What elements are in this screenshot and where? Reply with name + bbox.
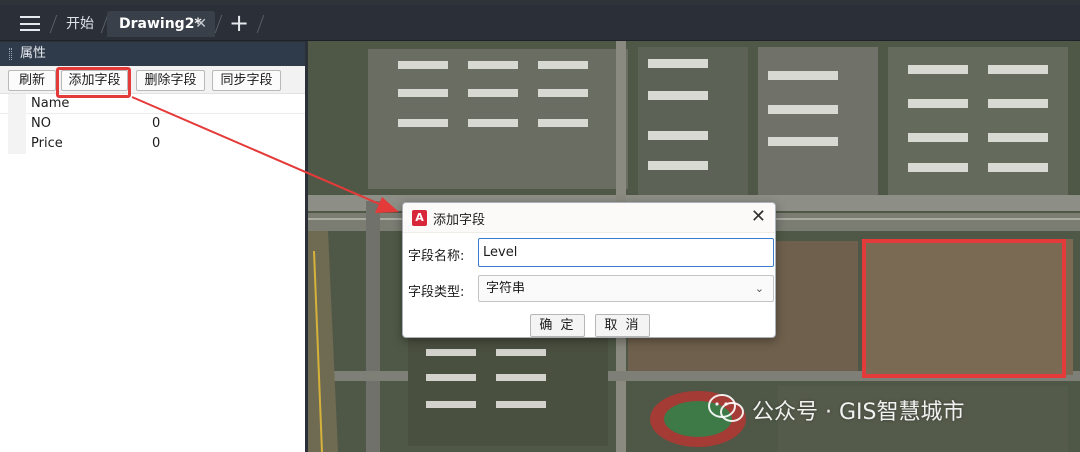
chevron-down-icon: ⌄ (754, 282, 764, 295)
property-value[interactable]: 0 (152, 114, 160, 134)
app-logo-icon: A (412, 210, 427, 226)
menu-icon[interactable] (20, 16, 40, 31)
tab-drawing2-label: Drawing2* (119, 16, 202, 32)
row-indicator (8, 94, 26, 114)
watermark-text: 公众号 · GIS智慧城市 (752, 400, 965, 425)
app-window: 开始 Drawing2* ✕ + 属性 刷新 添加字段 删除字段 同步字段 Na… (0, 0, 1080, 452)
field-type-label: 字段类型: (408, 285, 465, 300)
panel-title: 属性 (20, 46, 47, 61)
panel-header: 属性 (0, 42, 305, 66)
property-name: NO (31, 116, 51, 131)
delete-field-button[interactable]: 删除字段 (136, 70, 205, 91)
highlight-box (56, 67, 131, 98)
property-value[interactable]: 0 (152, 134, 160, 154)
dialog-title: 添加字段 (433, 213, 486, 228)
field-name-input[interactable] (478, 238, 774, 267)
refresh-button[interactable]: 刷新 (8, 70, 56, 91)
tab-separator (49, 15, 58, 33)
ok-button[interactable]: 确 定 (530, 314, 585, 337)
field-name-label: 字段名称: (408, 249, 465, 264)
sync-field-button[interactable]: 同步字段 (212, 70, 281, 91)
row-indicator (8, 134, 26, 154)
tab-drawing2[interactable]: Drawing2* ✕ (107, 11, 215, 37)
add-tab-icon[interactable]: + (229, 9, 249, 37)
cancel-button[interactable]: 取 消 (595, 314, 650, 337)
close-icon[interactable]: ✕ (195, 11, 207, 37)
field-type-value: 字符串 (486, 281, 526, 296)
tab-separator (214, 15, 223, 33)
property-header-row: Name (0, 94, 305, 114)
tab-bar: 开始 Drawing2* ✕ + (0, 5, 1080, 41)
property-name: Price (31, 136, 63, 151)
dialog-title-bar[interactable]: A 添加字段 ✕ (403, 203, 775, 233)
add-field-dialog: A 添加字段 ✕ 字段名称: 字段类型: 字符串 ⌄ 确 定 取 消 (402, 202, 776, 338)
property-row[interactable]: NO 0 (0, 114, 305, 134)
panel-toolbar: 刷新 添加字段 删除字段 同步字段 (0, 66, 305, 94)
property-row[interactable]: Price 0 (0, 134, 305, 154)
close-icon[interactable]: ✕ (751, 206, 766, 228)
wechat-icon (708, 394, 744, 422)
tab-separator (256, 15, 265, 33)
row-indicator (8, 114, 26, 134)
properties-panel: 属性 刷新 添加字段 删除字段 同步字段 Name NO 0 Price 0 (0, 42, 305, 452)
grip-icon[interactable] (9, 48, 12, 60)
field-type-select[interactable]: 字符串 ⌄ (478, 275, 774, 302)
tab-home[interactable]: 开始 (66, 11, 94, 37)
